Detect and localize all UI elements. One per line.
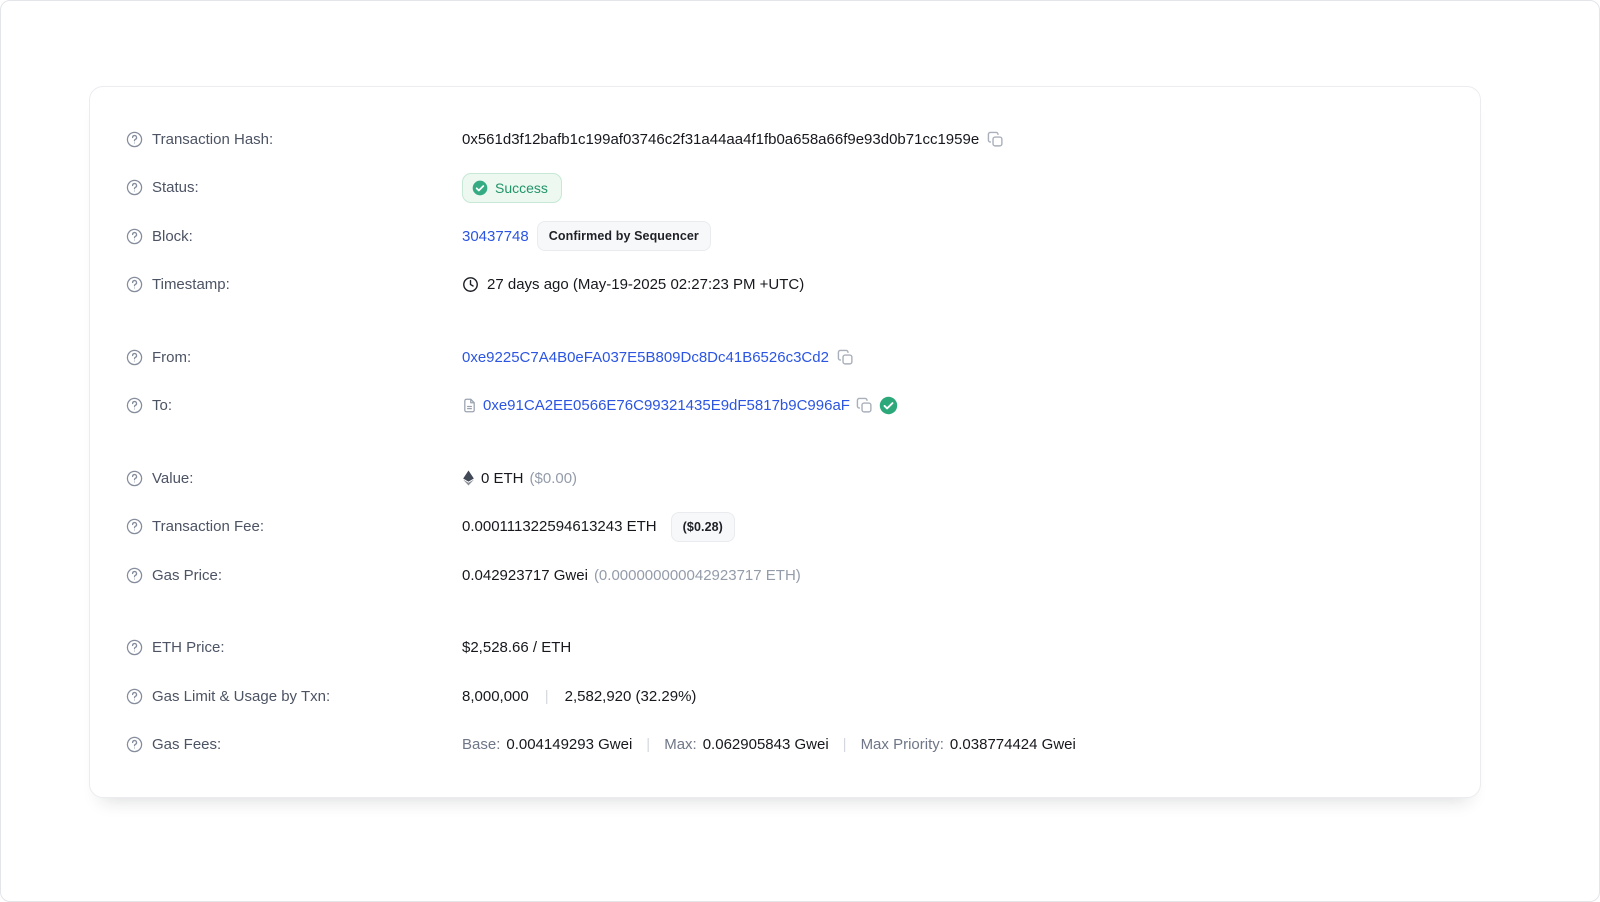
status-label-group: Status: — [126, 179, 462, 196]
to-address-link[interactable]: 0xe91CA2EE0566E76C99321435E9dF5817b9C996… — [483, 397, 850, 414]
contract-file-icon — [462, 397, 477, 414]
gas-limit-usage-label-group: Gas Limit & Usage by Txn: — [126, 688, 462, 705]
gas-price-label-group: Gas Price: — [126, 567, 462, 584]
clock-icon — [462, 276, 479, 293]
row-value: Value: 0 ETH ($0.00) — [126, 454, 1444, 503]
timestamp-value: 27 days ago (May-19-2025 02:27:23 PM +UT… — [487, 276, 804, 293]
timestamp-label-group: Timestamp: — [126, 276, 462, 293]
eth-price-label: ETH Price: — [152, 639, 225, 656]
status-badge-text: Success — [495, 180, 548, 196]
row-status: Status: Success — [126, 164, 1444, 213]
help-icon[interactable] — [126, 228, 143, 245]
row-gas-limit-usage: Gas Limit & Usage by Txn: 8,000,000 | 2,… — [126, 672, 1444, 721]
row-eth-price: ETH Price: $2,528.66 / ETH — [126, 624, 1444, 673]
row-transaction-fee: Transaction Fee: 0.000111322594613243 ET… — [126, 503, 1444, 552]
help-icon[interactable] — [126, 276, 143, 293]
gas-price-label: Gas Price: — [152, 567, 222, 584]
ethereum-icon — [462, 470, 475, 486]
copy-icon — [856, 397, 873, 414]
row-transaction-hash: Transaction Hash: 0x561d3f12bafb1c199af0… — [126, 115, 1444, 164]
block-label-group: Block: — [126, 228, 462, 245]
gas-usage-value: 2,582,920 (32.29%) — [565, 688, 697, 705]
block-number-link[interactable]: 30437748 — [462, 228, 529, 245]
copy-icon — [987, 131, 1004, 148]
value-label: Value: — [152, 470, 193, 487]
value-usd: ($0.00) — [530, 470, 578, 487]
gas-price-gwei: 0.042923717 Gwei — [462, 567, 588, 584]
success-check-icon — [472, 180, 488, 196]
gas-limit-value: 8,000,000 — [462, 688, 529, 705]
to-label-group: To: — [126, 397, 462, 414]
transaction-hash-label-group: Transaction Hash: — [126, 131, 462, 148]
block-label: Block: — [152, 228, 193, 245]
help-icon[interactable] — [126, 639, 143, 656]
gas-fees-max-priority-value: 0.038774424 Gwei — [950, 736, 1076, 753]
from-address-link[interactable]: 0xe9225C7A4B0eFA037E5B809Dc8Dc41B6526c3C… — [462, 349, 829, 366]
transaction-details-card: Transaction Hash: 0x561d3f12bafb1c199af0… — [89, 86, 1481, 798]
transaction-fee-label: Transaction Fee: — [152, 518, 264, 535]
transaction-fee-label-group: Transaction Fee: — [126, 518, 462, 535]
sequencer-confirmation-badge: Confirmed by Sequencer — [537, 221, 711, 251]
gas-fees-label-group: Gas Fees: — [126, 736, 462, 753]
gas-fees-max-label: Max: — [664, 736, 697, 753]
copy-icon — [837, 349, 854, 366]
help-icon[interactable] — [126, 179, 143, 196]
from-label-group: From: — [126, 349, 462, 366]
row-gas-price: Gas Price: 0.042923717 Gwei (0.000000000… — [126, 551, 1444, 600]
from-label: From: — [152, 349, 191, 366]
window-frame: Transaction Hash: 0x561d3f12bafb1c199af0… — [0, 0, 1600, 902]
gas-limit-usage-label: Gas Limit & Usage by Txn: — [152, 688, 330, 705]
gas-fees-max-value: 0.062905843 Gwei — [703, 736, 829, 753]
status-label: Status: — [152, 179, 199, 196]
transaction-hash-value: 0x561d3f12bafb1c199af03746c2f31a44aa4f1f… — [462, 131, 979, 148]
help-icon[interactable] — [126, 736, 143, 753]
gas-fees-max-priority-label: Max Priority: — [861, 736, 944, 753]
help-icon[interactable] — [126, 131, 143, 148]
eth-price-label-group: ETH Price: — [126, 639, 462, 656]
copy-hash-button[interactable] — [987, 131, 1004, 148]
status-badge: Success — [462, 173, 562, 203]
separator: | — [638, 736, 658, 753]
row-gas-fees: Gas Fees: Base: 0.004149293 Gwei | Max: … — [126, 721, 1444, 770]
transaction-hash-label: Transaction Hash: — [152, 131, 273, 148]
separator: | — [537, 688, 557, 705]
help-icon[interactable] — [126, 567, 143, 584]
help-icon[interactable] — [126, 470, 143, 487]
verified-check-icon — [879, 396, 898, 415]
help-icon[interactable] — [126, 349, 143, 366]
separator: | — [835, 736, 855, 753]
eth-price-value: $2,528.66 / ETH — [462, 639, 571, 656]
row-block: Block: 30437748 Confirmed by Sequencer — [126, 212, 1444, 261]
to-label: To: — [152, 397, 172, 414]
row-to: To: 0xe91CA2EE0566E76C99321435E9dF5817b9… — [126, 382, 1444, 431]
help-icon[interactable] — [126, 518, 143, 535]
transaction-fee-usd-badge: ($0.28) — [671, 512, 735, 542]
gas-fees-base-label: Base: — [462, 736, 500, 753]
gas-price-eth-equivalent: (0.000000000042923717 ETH) — [594, 567, 801, 584]
copy-from-address-button[interactable] — [837, 349, 854, 366]
row-timestamp: Timestamp: 27 days ago (May-19-2025 02:2… — [126, 261, 1444, 310]
gas-fees-label: Gas Fees: — [152, 736, 221, 753]
gas-fees-base-value: 0.004149293 Gwei — [506, 736, 632, 753]
copy-to-address-button[interactable] — [856, 397, 873, 414]
value-label-group: Value: — [126, 470, 462, 487]
help-icon[interactable] — [126, 688, 143, 705]
value-amount: 0 ETH — [481, 470, 524, 487]
help-icon[interactable] — [126, 397, 143, 414]
row-from: From: 0xe9225C7A4B0eFA037E5B809Dc8Dc41B6… — [126, 333, 1444, 382]
transaction-fee-amount: 0.000111322594613243 ETH — [462, 518, 657, 535]
timestamp-label: Timestamp: — [152, 276, 230, 293]
